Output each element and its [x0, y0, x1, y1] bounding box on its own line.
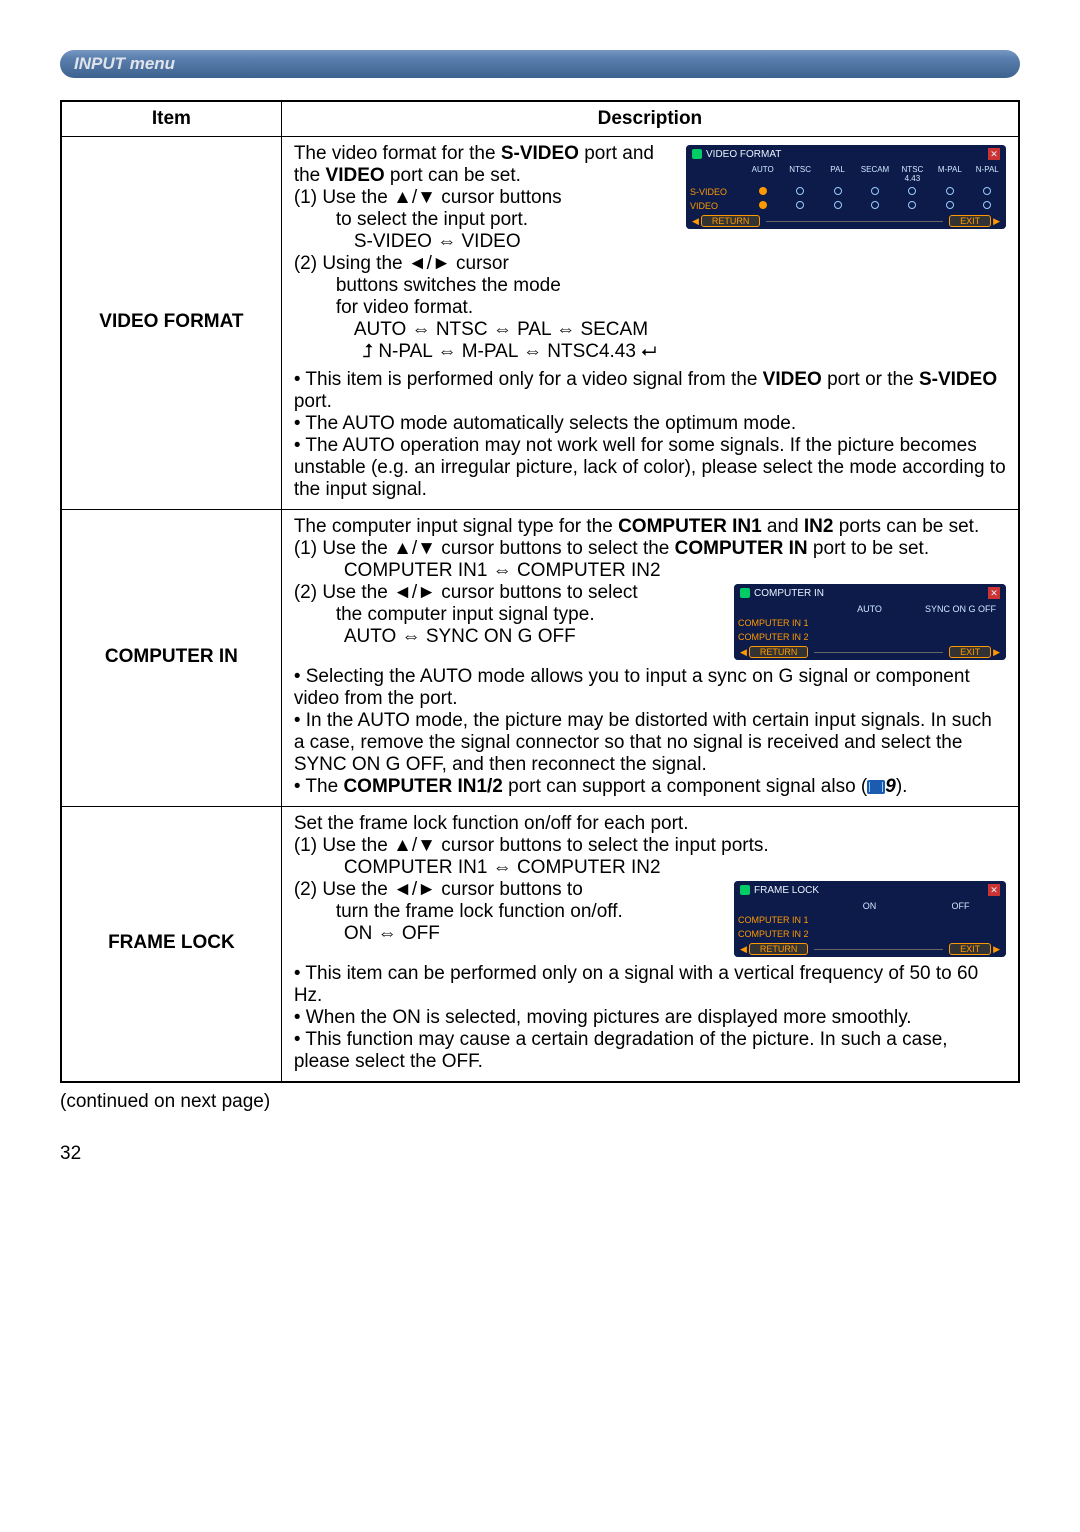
row-frame-lock: FRAME LOCK Set the frame lock function o…: [61, 807, 1019, 1083]
vf-intro: The video format for the S-VIDEO port an…: [294, 143, 654, 186]
osd-frame-lock: FRAME LOCK✕ ONOFF COMPUTER IN 1 COMPUTER…: [734, 881, 1006, 957]
vf-step2b: buttons switches the mode: [294, 275, 1006, 297]
close-icon: ✕: [988, 884, 1000, 896]
row-video-format: VIDEO FORMAT VIDEO FORMAT✕ AUTO NTSC PAL…: [61, 137, 1019, 510]
row-computer-in: COMPUTER IN The computer input signal ty…: [61, 510, 1019, 807]
ci-note3: • The COMPUTER IN1/2 port can support a …: [294, 776, 908, 797]
item-frame-lock: FRAME LOCK: [61, 807, 281, 1083]
vf-note1: • This item is performed only for a vide…: [294, 369, 997, 412]
vf-step2a: (2) Using the ◄/► cursor: [294, 253, 509, 274]
desc-video-format: VIDEO FORMAT✕ AUTO NTSC PAL SECAM NTSC 4…: [281, 137, 1019, 510]
vf-step2c: for video format.: [294, 297, 1006, 319]
vf-note2: • The AUTO mode automatically selects th…: [294, 413, 796, 434]
desc-frame-lock: Set the frame lock function on/off for e…: [281, 807, 1019, 1083]
vf-seq-top: AUTO ⇔ NTSC ⇔ PAL ⇔ SECAM: [294, 319, 1006, 341]
fl-seq1: COMPUTER IN1 ⇔ COMPUTER IN2: [294, 857, 1006, 879]
page-number: 32: [60, 1143, 1020, 1165]
close-icon: ✕: [988, 587, 1000, 599]
book-icon: [867, 780, 885, 794]
item-video-format: VIDEO FORMAT: [61, 137, 281, 510]
ci-step1: (1) Use the ▲/▼ cursor buttons to select…: [294, 538, 929, 559]
settings-table: Item Description VIDEO FORMAT VIDEO FORM…: [60, 100, 1020, 1083]
osd-video-format: VIDEO FORMAT✕ AUTO NTSC PAL SECAM NTSC 4…: [686, 145, 1006, 229]
ci-intro: The computer input signal type for the C…: [294, 516, 979, 537]
continued-text: (continued on next page): [60, 1091, 1020, 1113]
fl-note2: • When the ON is selected, moving pictur…: [294, 1007, 912, 1028]
col-desc: Description: [281, 101, 1019, 137]
menu-header-label: INPUT menu: [74, 54, 175, 74]
gear-icon: [692, 149, 702, 159]
vf-note3: • The AUTO operation may not work well f…: [294, 435, 1006, 500]
ci-seq1: COMPUTER IN1 ⇔ COMPUTER IN2: [294, 560, 1006, 582]
vf-step1a: (1) Use the ▲/▼ cursor buttons: [294, 187, 562, 208]
fl-note3: • This function may cause a certain degr…: [294, 1029, 948, 1072]
desc-computer-in: The computer input signal type for the C…: [281, 510, 1019, 807]
fl-note1: • This item can be performed only on a s…: [294, 963, 978, 1006]
ci-step2a: (2) Use the ◄/► cursor buttons to select: [294, 582, 638, 603]
ci-note1: • Selecting the AUTO mode allows you to …: [294, 666, 970, 709]
close-icon: ✕: [988, 148, 1000, 160]
vf-seq1: S-VIDEO ⇔ VIDEO: [294, 231, 1006, 253]
lock-icon: [740, 885, 750, 895]
fl-step2a: (2) Use the ◄/► cursor buttons to: [294, 879, 583, 900]
monitor-icon: [740, 588, 750, 598]
menu-header: INPUT menu: [60, 50, 1020, 78]
radio-icon: [796, 187, 804, 195]
fl-step1: (1) Use the ▲/▼ cursor buttons to select…: [294, 835, 769, 856]
vf-seq-bot: ⮥ N-PAL ⇔ M-PAL ⇔ NTSC4.43 ⮠: [294, 341, 1006, 363]
item-computer-in: COMPUTER IN: [61, 510, 281, 807]
fl-intro: Set the frame lock function on/off for e…: [294, 813, 689, 834]
ci-note2: • In the AUTO mode, the picture may be d…: [294, 710, 992, 775]
osd-computer-in: COMPUTER IN✕ AUTOSYNC ON G OFF COMPUTER …: [734, 584, 1006, 660]
radio-selected-icon: [759, 187, 767, 195]
col-item: Item: [61, 101, 281, 137]
